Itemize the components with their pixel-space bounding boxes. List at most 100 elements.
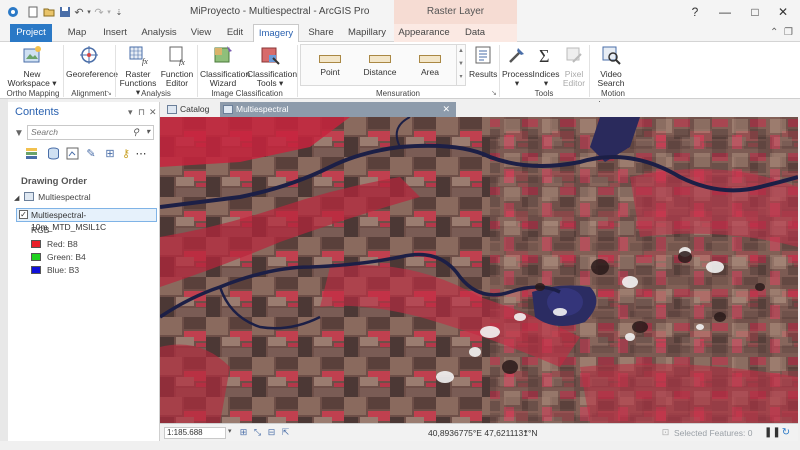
classification-tools-icon xyxy=(261,47,280,65)
new-workspace-button[interactable]: New Workspace ▾ xyxy=(6,42,58,88)
video-search-icon xyxy=(602,46,621,65)
search-options-dropdown-icon[interactable]: ▾ xyxy=(146,127,150,136)
mensuration-point-button[interactable]: Point xyxy=(305,45,355,87)
tab-share[interactable]: Share xyxy=(304,24,338,42)
ribbon-tabs: Project Map Insert Analysis View Edit Im… xyxy=(0,24,800,43)
list-by-editing-icon[interactable]: ✎ xyxy=(84,147,98,161)
save-icon[interactable] xyxy=(58,5,72,19)
scale-field[interactable]: 1:185.688 xyxy=(164,427,226,439)
tab-catalog-view[interactable]: Catalog xyxy=(164,102,218,117)
maximize-button[interactable]: □ xyxy=(744,3,766,21)
mensuration-distance-button[interactable]: Distance xyxy=(355,45,405,87)
band-swatch xyxy=(31,253,41,261)
open-project-icon[interactable] xyxy=(42,5,56,19)
pane-autohide-icon[interactable]: ⊓ xyxy=(138,107,145,118)
indices-button[interactable]: Σ Indices ▾ xyxy=(532,42,560,88)
classification-wizard-button[interactable]: Classification Wizard xyxy=(200,42,250,88)
toggle-grid-icon[interactable]: ⊟ xyxy=(266,427,277,438)
georeference-icon xyxy=(80,46,98,64)
svg-text:fx: fx xyxy=(142,57,148,66)
tab-insert[interactable]: Insert xyxy=(98,24,132,42)
list-by-data-source-icon[interactable] xyxy=(46,147,60,161)
function-editor-icon: fx xyxy=(169,46,185,67)
results-button[interactable]: Results xyxy=(469,42,497,88)
zoom-full-extent-icon[interactable]: ⤡ xyxy=(252,427,263,438)
band-red: Red: B8 xyxy=(31,238,78,250)
band-swatch xyxy=(31,240,41,248)
group-mensuration: Mensuration xyxy=(375,89,421,98)
tab-map[interactable]: Map xyxy=(60,24,94,42)
renderer-label: RGB xyxy=(31,225,50,235)
list-by-drawing-order-icon[interactable] xyxy=(24,147,38,161)
help-button[interactable]: ? xyxy=(684,3,706,21)
tab-map-view[interactable]: Multiespectral ✕ xyxy=(220,102,456,117)
pin-ribbon-icon[interactable]: ❐ xyxy=(784,27,793,38)
mensuration-gallery: Point Distance Area ▲ ▼ ▾ xyxy=(300,44,466,86)
georeference-button[interactable]: Georeference xyxy=(66,42,118,88)
minimize-button[interactable]: — xyxy=(714,3,736,21)
fixed-scale-icon[interactable]: ⊞ xyxy=(238,427,249,438)
raster-functions-icon: fx xyxy=(129,46,148,66)
dialog-launcher-icon[interactable]: ↘ xyxy=(106,89,112,97)
collapse-ribbon-icon[interactable]: ⌃ xyxy=(770,27,778,38)
function-editor-button[interactable]: fx Function Editor xyxy=(160,42,194,88)
band-label: Blue: B3 xyxy=(47,265,80,275)
filter-icon[interactable]: ▼ xyxy=(14,128,24,139)
map-icon xyxy=(223,105,233,114)
mensuration-area-button[interactable]: Area xyxy=(405,45,455,87)
refresh-icon[interactable]: ↻ xyxy=(780,427,792,439)
rotation-icon[interactable]: ⇱ xyxy=(280,427,291,438)
customize-toolbar-icon[interactable]: ⇣ xyxy=(112,5,126,19)
tab-view[interactable]: View xyxy=(186,24,216,42)
pause-drawing-icon[interactable]: ❚❚ xyxy=(764,427,781,439)
contextual-tab-label: Raster Layer xyxy=(394,0,517,24)
list-by-selection-icon[interactable] xyxy=(65,147,79,161)
tab-edit[interactable]: Edit xyxy=(220,24,250,42)
classification-wizard-icon xyxy=(214,46,232,63)
group-image-classification: Image Classification xyxy=(211,89,283,98)
pane-close-icon[interactable]: ✕ xyxy=(149,107,157,118)
close-button[interactable]: ✕ xyxy=(772,3,794,21)
status-bar: 1:185.688 ▾ ⊞ ⤡ ⊟ ⇱ 40,8936775°E 47,6211… xyxy=(160,423,798,441)
tab-project[interactable]: Project xyxy=(10,24,52,42)
map-node[interactable]: ◢ Multiespectral xyxy=(14,192,91,202)
list-by-snapping-icon[interactable]: ⊞ xyxy=(103,147,117,161)
group-ortho-mapping: Ortho Mapping xyxy=(6,89,60,98)
tab-analysis[interactable]: Analysis xyxy=(136,24,182,42)
list-by-labeling-icon[interactable]: ⚷ xyxy=(119,147,133,161)
group-separator xyxy=(297,45,298,97)
layer-visibility-checkbox[interactable]: ✓ xyxy=(19,210,28,219)
pane-options-icon[interactable]: ▾ xyxy=(128,107,133,118)
group-motion-imagery: Motion Imagery xyxy=(599,89,628,109)
results-icon xyxy=(475,46,491,64)
dialog-launcher-icon[interactable]: ↘ xyxy=(491,89,497,97)
bottom-edge-strip xyxy=(0,441,800,450)
search-icon[interactable]: ⚲ xyxy=(132,127,139,138)
search-input[interactable] xyxy=(31,127,131,137)
classification-tools-button[interactable]: Classification Tools ▾ xyxy=(247,42,297,88)
view-tabs: Catalog Multiespectral ✕ xyxy=(160,102,800,117)
tab-data[interactable]: Data xyxy=(458,24,492,42)
process-icon xyxy=(509,48,524,63)
satellite-image[interactable] xyxy=(160,117,798,423)
layer-node[interactable]: ✓ Multiespectral-10m_MTD_MSIL1C xyxy=(16,208,157,232)
contents-search-box[interactable]: ⚲ ▾ xyxy=(27,125,154,140)
gallery-scroll[interactable]: ▲ ▼ ▾ xyxy=(456,45,465,85)
video-search-button[interactable]: Video Search xyxy=(594,42,628,88)
group-tools: Tools xyxy=(534,89,554,98)
ribbon: New Workspace ▾ Ortho Mapping Georeferen… xyxy=(0,42,800,109)
scale-dropdown-icon[interactable]: ▾ xyxy=(228,427,232,435)
process-button[interactable]: Process ▾ xyxy=(502,42,533,88)
raster-functions-button[interactable]: fx Raster Functions ▾ xyxy=(118,42,158,97)
expand-collapse-icon[interactable]: ◢ xyxy=(14,195,19,202)
new-project-icon[interactable] xyxy=(26,5,40,19)
svg-text:Σ: Σ xyxy=(539,46,549,66)
map-view[interactable] xyxy=(160,117,798,423)
tab-appearance[interactable]: Appearance xyxy=(398,24,450,42)
tab-imagery[interactable]: Imagery xyxy=(253,24,299,43)
coordinates-format-dropdown-icon[interactable]: ▾ xyxy=(524,428,528,436)
more-options-icon[interactable]: ⋯ xyxy=(134,147,148,161)
tab-mapillary[interactable]: Mapillary xyxy=(344,24,390,42)
close-view-icon[interactable]: ✕ xyxy=(442,102,450,117)
selected-features-icon: ⊡ xyxy=(661,427,670,437)
